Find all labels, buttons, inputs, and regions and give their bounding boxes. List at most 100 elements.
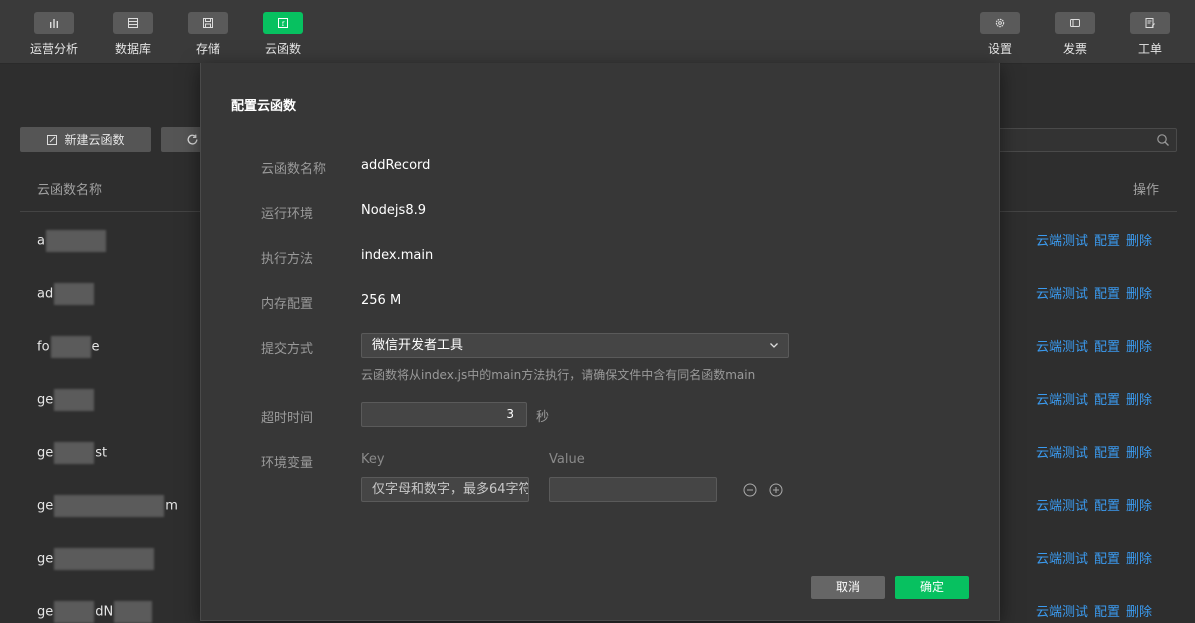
config-function-dialog: 配置云函数 云函数名称 addRecord 运行环境 Nodejs8.9 执行方…: [200, 63, 1000, 621]
top-toolbar: 运营分析 数据库 存储 f 云函数 设置 发票 工单: [0, 0, 1195, 64]
function-name-prefix: ge: [37, 392, 54, 408]
tool-database[interactable]: 数据库: [95, 0, 171, 64]
submit-hint: 云函数将从index.js中的main方法执行，请确保文件中含有同名函数main: [361, 368, 756, 382]
function-name-prefix: ad: [37, 286, 54, 302]
cloud-test-link[interactable]: 云端测试: [1036, 340, 1088, 355]
tool-storage[interactable]: 存储: [170, 0, 246, 64]
submit-method-select[interactable]: 微信开发者工具: [361, 333, 789, 358]
floppy-icon: [188, 12, 228, 34]
gear-icon: [980, 12, 1020, 34]
redacted-block: [114, 601, 153, 623]
tool-cloud-function[interactable]: f 云函数: [245, 0, 321, 64]
tool-settings[interactable]: 设置: [962, 0, 1038, 64]
handler-label: 执行方法: [261, 252, 314, 267]
redacted-block: [54, 601, 95, 623]
delete-link[interactable]: 删除: [1126, 340, 1152, 355]
row-actions: 云端测试 配置 删除: [1036, 336, 1158, 355]
tool-analytics[interactable]: 运营分析: [16, 0, 92, 64]
tool-ticket[interactable]: 工单: [1112, 0, 1188, 64]
cloud-test-link[interactable]: 云端测试: [1036, 605, 1088, 620]
tool-label: 数据库: [114, 42, 151, 56]
new-function-button[interactable]: 新建云函数: [20, 127, 151, 152]
timeout-unit: 秒: [536, 410, 550, 425]
env-value-header: Value: [549, 452, 585, 467]
column-header-ops: 操作: [1133, 183, 1160, 198]
delete-link[interactable]: 删除: [1126, 605, 1152, 620]
bar-chart-icon: [34, 12, 74, 34]
env-value-input[interactable]: [549, 477, 717, 502]
function-name: a: [37, 230, 107, 252]
redacted-block: [54, 548, 155, 570]
submit-method-label: 提交方式: [261, 342, 314, 357]
function-name-suffix: m: [165, 498, 178, 514]
row-actions: 云端测试 配置 删除: [1036, 230, 1158, 249]
tool-label: 发票: [1062, 42, 1087, 56]
function-name: ge st: [37, 442, 107, 464]
delete-link[interactable]: 删除: [1126, 393, 1152, 408]
ticket-icon: [1130, 12, 1170, 34]
cloud-test-link[interactable]: 云端测试: [1036, 552, 1088, 567]
submit-method-value: 微信开发者工具: [372, 338, 464, 353]
timeout-input[interactable]: 3: [361, 402, 527, 427]
runtime-value: Nodejs8.9: [361, 203, 426, 218]
handler-value: index.main: [361, 248, 434, 263]
cloud-test-link[interactable]: 云端测试: [1036, 446, 1088, 461]
function-name-prefix: ge: [37, 551, 54, 567]
config-link[interactable]: 配置: [1094, 340, 1120, 355]
config-link[interactable]: 配置: [1094, 552, 1120, 567]
config-link[interactable]: 配置: [1094, 499, 1120, 514]
function-name-suffix: e: [91, 339, 100, 355]
function-name-prefix: ge: [37, 445, 54, 461]
name-value: addRecord: [361, 158, 431, 173]
cloud-test-link[interactable]: 云端测试: [1036, 234, 1088, 249]
config-link[interactable]: 配置: [1094, 446, 1120, 461]
new-function-label: 新建云函数: [64, 133, 125, 147]
add-circle-icon[interactable]: [769, 483, 783, 497]
tool-invoice[interactable]: 发票: [1037, 0, 1113, 64]
tool-label: 云函数: [264, 42, 301, 56]
edit-icon: [47, 134, 58, 145]
delete-link[interactable]: 删除: [1126, 552, 1152, 567]
memory-label: 内存配置: [261, 297, 314, 312]
redacted-block: [54, 442, 95, 464]
row-actions: 云端测试 配置 删除: [1036, 601, 1158, 620]
timeout-label: 超时时间: [261, 411, 314, 426]
config-link[interactable]: 配置: [1094, 234, 1120, 249]
delete-link[interactable]: 删除: [1126, 499, 1152, 514]
function-name-prefix: ge: [37, 498, 54, 514]
cloud-test-link[interactable]: 云端测试: [1036, 499, 1088, 514]
config-link[interactable]: 配置: [1094, 287, 1120, 302]
delete-link[interactable]: 删除: [1126, 287, 1152, 302]
confirm-button[interactable]: 确定: [895, 576, 969, 599]
tool-label: 工单: [1137, 42, 1162, 56]
cloud-test-link[interactable]: 云端测试: [1036, 393, 1088, 408]
function-name-prefix: fo: [37, 339, 50, 355]
delete-link[interactable]: 删除: [1126, 234, 1152, 249]
config-link[interactable]: 配置: [1094, 393, 1120, 408]
env-key-input[interactable]: 仅字母和数字，最多64字符: [361, 477, 529, 502]
delete-link[interactable]: 删除: [1126, 446, 1152, 461]
database-icon: [113, 12, 153, 34]
redacted-block: [45, 230, 106, 252]
cancel-button[interactable]: 取消: [811, 576, 885, 599]
row-actions: 云端测试 配置 删除: [1036, 442, 1158, 461]
remove-circle-icon[interactable]: [743, 483, 757, 497]
memory-value: 256 M: [361, 293, 402, 308]
row-actions: 云端测试 配置 删除: [1036, 389, 1158, 408]
function-name: ge: [37, 389, 95, 411]
env-key-header: Key: [361, 452, 385, 467]
function-name-prefix: ge: [37, 604, 54, 620]
tool-label: 运营分析: [29, 42, 78, 56]
row-actions: 云端测试 配置 删除: [1036, 548, 1158, 567]
search-input[interactable]: [985, 128, 1177, 152]
dialog-title: 配置云函数: [231, 99, 297, 114]
function-name-suffix: dN: [95, 604, 114, 620]
function-name: ge: [37, 548, 155, 570]
cloud-test-link[interactable]: 云端测试: [1036, 287, 1088, 302]
config-link[interactable]: 配置: [1094, 605, 1120, 620]
row-actions: 云端测试 配置 删除: [1036, 495, 1158, 514]
function-name-suffix: st: [95, 445, 108, 461]
env-label: 环境变量: [261, 456, 314, 471]
redacted-block: [50, 336, 91, 358]
redacted-block: [54, 283, 95, 305]
